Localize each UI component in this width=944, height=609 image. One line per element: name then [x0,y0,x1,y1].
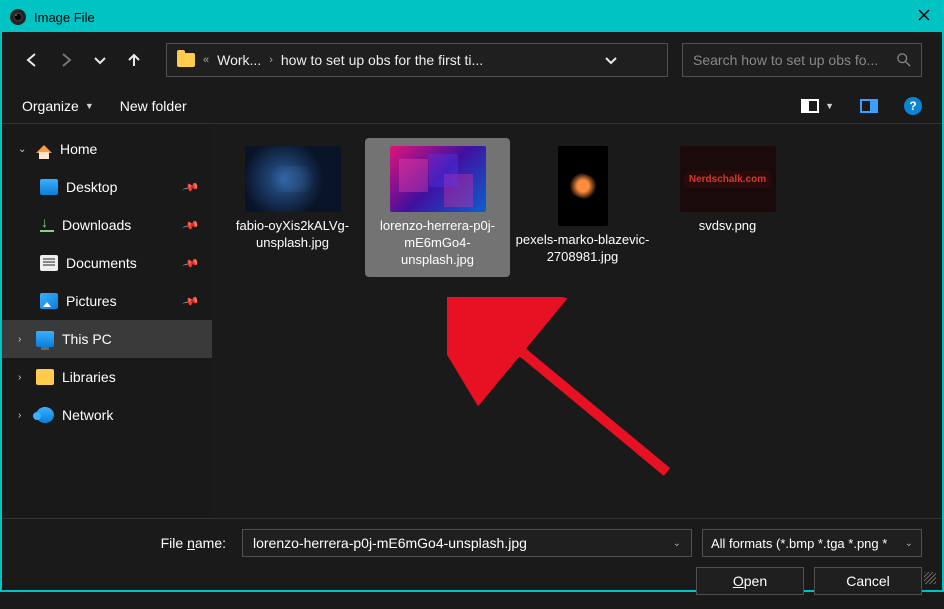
home-icon [36,145,52,153]
chevron-down-icon: ▼ [85,101,94,111]
pictures-icon [40,293,58,309]
navbar: « Work... › how to set up obs for the fi… [2,32,942,88]
chevron-right-icon: › [18,410,28,421]
documents-icon [40,255,58,271]
sidebar-item-pictures[interactable]: Pictures 📌 [2,282,212,320]
pin-icon: 📌 [182,254,200,272]
libraries-icon [36,369,54,385]
recent-dropdown[interactable] [90,50,110,70]
file-item[interactable]: fabio-oyXis2kALVg-unsplash.jpg [220,138,365,277]
cancel-button[interactable]: Cancel [814,567,922,595]
new-folder-button[interactable]: New folder [120,98,187,114]
resize-grip[interactable] [924,572,936,584]
search-placeholder: Search how to set up obs fo... [693,52,897,68]
preview-pane-toggle[interactable] [860,99,878,113]
titlebar: Image File [2,2,942,32]
filetype-select[interactable]: All formats (*.bmp *.tga *.png * ⌄ [702,529,922,557]
chevron-down-icon: ⌄ [18,144,28,155]
forward-button[interactable] [56,50,76,70]
downloads-icon [40,218,54,232]
help-button[interactable]: ? [904,97,922,115]
up-button[interactable] [124,50,144,70]
bottom-bar: File name: lorenzo-herrera-p0j-mE6mGo4-u… [2,518,942,609]
refresh-button[interactable] [629,50,657,70]
file-name: svdsv.png [699,218,757,235]
back-button[interactable] [22,50,42,70]
file-thumbnail [390,146,486,212]
chevron-down-icon[interactable]: ⌄ [673,538,681,549]
breadcrumb-dropdown[interactable] [601,50,621,70]
file-thumbnail: Nerdschalk.com [680,146,776,212]
pin-icon: 📌 [182,216,200,234]
file-item[interactable]: Nerdschalk.com svdsv.png [655,138,800,277]
folder-icon [177,53,195,67]
sidebar-item-downloads[interactable]: Downloads 📌 [2,206,212,244]
file-thumbnail [245,146,341,212]
open-button[interactable]: Open [696,567,804,595]
search-input[interactable]: Search how to set up obs fo... [682,43,922,77]
breadcrumb-overflow-icon[interactable]: « [203,54,209,66]
app-logo-icon [10,9,26,25]
sidebar-item-libraries[interactable]: › Libraries [2,358,212,396]
file-name: lorenzo-herrera-p0j-mE6mGo4-unsplash.jpg [370,218,505,269]
window-title: Image File [34,10,914,25]
filetype-value: All formats (*.bmp *.tga *.png * [711,536,887,551]
chevron-down-icon: ▼ [825,101,834,111]
file-grid[interactable]: fabio-oyXis2kALVg-unsplash.jpg lorenzo-h… [212,124,942,518]
network-icon [36,407,54,423]
filename-input[interactable]: lorenzo-herrera-p0j-mE6mGo4-unsplash.jpg… [242,529,692,557]
filename-value: lorenzo-herrera-p0j-mE6mGo4-unsplash.jpg [253,535,527,551]
sidebar: ⌄ Home Desktop 📌 Downloads 📌 Documents 📌… [2,124,212,518]
breadcrumb[interactable]: « Work... › how to set up obs for the fi… [166,43,668,77]
view-icon [801,99,819,113]
pin-icon: 📌 [182,292,200,310]
desktop-icon [40,179,58,195]
file-name: pexels-marko-blazevic-2708981.jpg [515,232,650,266]
file-thumbnail [558,146,608,226]
file-item[interactable]: pexels-marko-blazevic-2708981.jpg [510,138,655,277]
close-button[interactable] [914,8,934,26]
view-menu[interactable]: ▼ [801,99,834,113]
breadcrumb-seg[interactable]: Work... [217,52,261,68]
preview-pane-icon [860,99,878,113]
file-name: fabio-oyXis2kALVg-unsplash.jpg [225,218,360,252]
search-icon [897,53,911,67]
toolbar: Organize ▼ New folder ▼ ? [2,88,942,124]
chevron-right-icon: › [18,372,28,383]
sidebar-item-documents[interactable]: Documents 📌 [2,244,212,282]
sidebar-item-network[interactable]: › Network [2,396,212,434]
sidebar-item-home[interactable]: ⌄ Home [2,130,212,168]
breadcrumb-seg[interactable]: how to set up obs for the first ti... [281,52,483,68]
sidebar-item-desktop[interactable]: Desktop 📌 [2,168,212,206]
organize-menu[interactable]: Organize ▼ [22,98,94,114]
filename-label: File name: [22,535,232,551]
sidebar-item-this-pc[interactable]: › This PC [2,320,212,358]
chevron-right-icon: › [18,334,28,345]
pc-icon [36,331,54,347]
pin-icon: 📌 [182,178,200,196]
chevron-down-icon: ⌄ [905,538,913,549]
chevron-right-icon: › [269,54,273,66]
file-item[interactable]: lorenzo-herrera-p0j-mE6mGo4-unsplash.jpg [365,138,510,277]
main: ⌄ Home Desktop 📌 Downloads 📌 Documents 📌… [2,124,942,518]
